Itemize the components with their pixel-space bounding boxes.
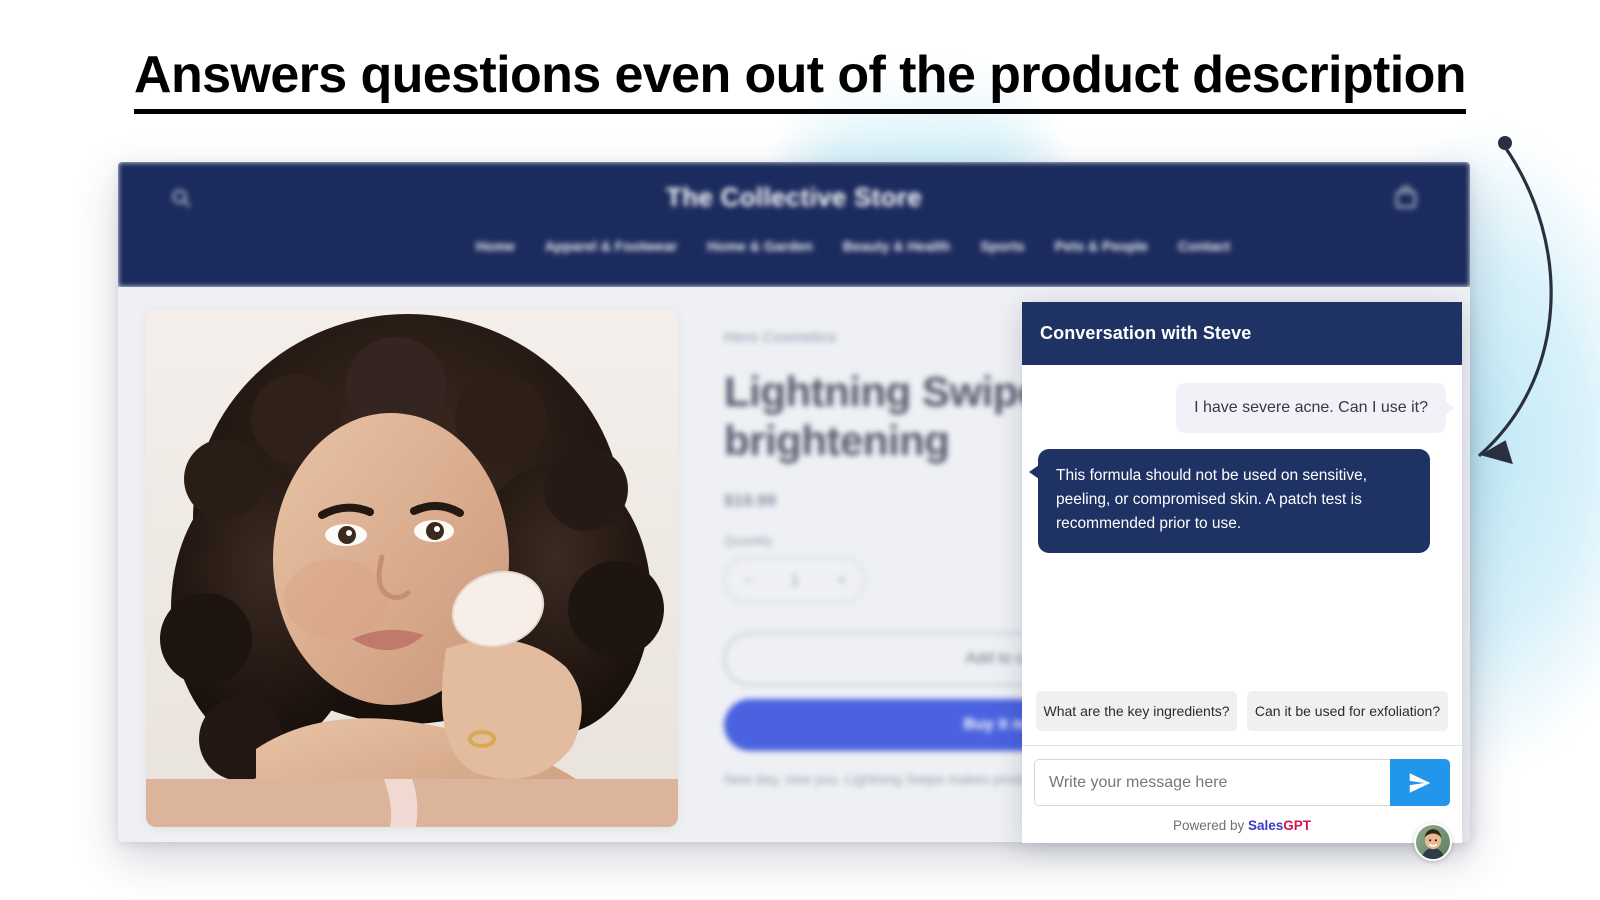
chat-message-input[interactable] [1034, 759, 1390, 807]
suggestion-chip-key-ingredients[interactable]: What are the key ingredients? [1036, 691, 1237, 732]
avatar[interactable] [1414, 823, 1452, 862]
quantity-value: 1 [790, 571, 800, 589]
product-image [146, 309, 678, 827]
chat-message-row-user: I have severe acne. Can I use it? [1038, 383, 1455, 433]
suggestion-chip-exfoliation[interactable]: Can it be used for exfoliation? [1247, 691, 1448, 732]
sidebar-item-contact[interactable]: Contact [1178, 238, 1230, 254]
chat-header-title: Conversation with Steve [1040, 323, 1252, 343]
chat-header: Conversation with Steve [1022, 302, 1462, 365]
send-button[interactable] [1390, 759, 1450, 807]
store-navbar: The Collective Store Home Apparel & Foot… [118, 162, 1470, 287]
powered-by-footer: Powered by SalesGPT [1022, 816, 1462, 844]
quantity-decrement-button[interactable]: − [744, 572, 753, 589]
chat-message-row-bot: This formula should not be used on sensi… [1029, 448, 1446, 553]
sidebar-item-home[interactable]: Home [476, 238, 515, 254]
store-navbar-top-row: The Collective Store [118, 162, 1470, 234]
sidebar-item-apparel[interactable]: Apparel & Footwear [545, 238, 677, 254]
page-title: Answers questions even out of the produc… [134, 46, 1467, 115]
chat-widget: Conversation with Steve I have severe ac… [1022, 302, 1462, 862]
sidebar-item-beauty[interactable]: Beauty & Health [843, 238, 950, 254]
store-nav-links: Home Apparel & Footwear Home & Garden Be… [118, 238, 1470, 254]
quantity-increment-button[interactable]: + [837, 572, 846, 589]
chat-input-row [1022, 745, 1462, 817]
send-paper-plane-icon [1407, 770, 1433, 796]
salesgpt-brand-second: GPT [1283, 818, 1312, 834]
chat-bubble-user: I have severe acne. Can I use it? [1176, 383, 1455, 433]
chat-bubble-bot: This formula should not be used on sensi… [1029, 448, 1430, 553]
sidebar-item-sports[interactable]: Sports [980, 238, 1024, 254]
salesgpt-brand-first: Sales [1248, 818, 1284, 834]
powered-by-prefix: Powered by [1172, 818, 1248, 834]
sidebar-item-pets[interactable]: Pets & People [1055, 238, 1148, 254]
headline-container: Answers questions even out of the produc… [0, 46, 1600, 115]
cart-icon[interactable] [1394, 186, 1418, 210]
chat-message-list: I have severe acne. Can I use it? This f… [1022, 365, 1462, 685]
chat-suggestion-chips: What are the key ingredients? Can it be … [1022, 685, 1462, 746]
quantity-stepper[interactable]: − 1 + [724, 557, 866, 604]
sidebar-item-home-garden[interactable]: Home & Garden [707, 238, 813, 254]
store-brand-name[interactable]: The Collective Store [118, 182, 1470, 213]
